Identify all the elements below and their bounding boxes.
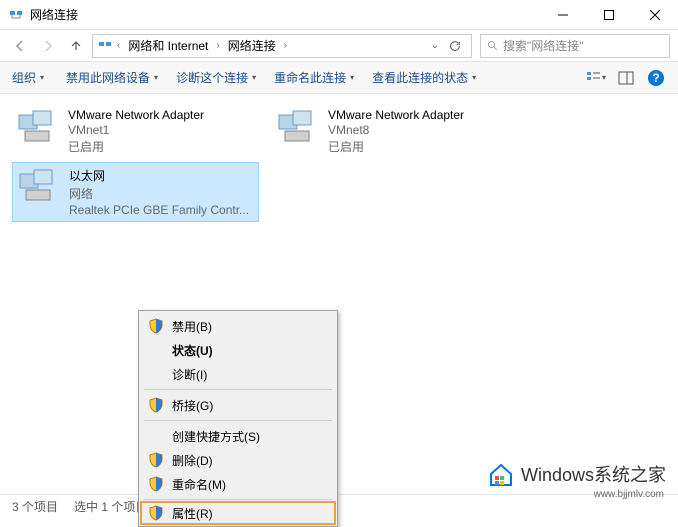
- connection-item[interactable]: VMware Network Adapter VMnet1 已启用: [12, 104, 259, 159]
- ctx-label: 属性(R): [172, 505, 213, 522]
- network-adapter-icon: [276, 108, 322, 148]
- ctx-disable[interactable]: 禁用(B): [142, 314, 334, 338]
- shield-icon: [148, 397, 164, 413]
- network-adapter-icon: [16, 108, 62, 148]
- house-icon: [487, 460, 515, 488]
- ctx-delete[interactable]: 删除(D): [142, 448, 334, 472]
- ctx-label: 桥接(G): [172, 397, 213, 414]
- watermark-text: Windows系统之家: [521, 461, 666, 487]
- connection-name: VMware Network Adapter: [68, 108, 204, 122]
- view-status-button[interactable]: 查看此连接的状态: [372, 69, 476, 86]
- disable-device-button[interactable]: 禁用此网络设备: [66, 69, 158, 86]
- connection-status: 已启用: [68, 138, 204, 155]
- ctx-label: 删除(D): [172, 452, 213, 469]
- connection-name: 以太网: [69, 167, 249, 184]
- breadcrumb-current[interactable]: 网络连接: [224, 37, 280, 54]
- menu-separator: [144, 420, 332, 421]
- ctx-label: 禁用(B): [172, 318, 212, 335]
- connection-name: VMware Network Adapter: [328, 108, 464, 122]
- shield-icon: [148, 476, 164, 492]
- close-button[interactable]: [632, 0, 678, 29]
- watermark-url: www.bjjmlv.com: [594, 489, 664, 500]
- shield-icon: [148, 452, 164, 468]
- ctx-bridge[interactable]: 桥接(G): [142, 393, 334, 417]
- search-icon: [487, 40, 499, 52]
- connections-list: VMware Network Adapter VMnet1 已启用 VMware…: [0, 94, 678, 484]
- ctx-label: 诊断(I): [172, 366, 207, 383]
- rename-button[interactable]: 重命名此连接: [274, 69, 354, 86]
- view-options-icon[interactable]: ▾: [586, 68, 606, 88]
- preview-pane-icon[interactable]: [616, 68, 636, 88]
- connection-subname: VMnet1: [68, 123, 204, 137]
- ctx-label: 状态(U): [172, 342, 213, 359]
- refresh-button[interactable]: [443, 39, 467, 53]
- connection-subname: 网络: [69, 185, 249, 202]
- status-bar: 3 个项目 选中 1 个项目: [0, 494, 678, 518]
- forward-button[interactable]: [36, 34, 60, 58]
- breadcrumb-root[interactable]: 网络和 Internet: [124, 37, 212, 54]
- ctx-rename[interactable]: 重命名(M): [142, 472, 334, 496]
- svg-text:?: ?: [652, 71, 659, 85]
- location-icon: [97, 38, 113, 54]
- search-input[interactable]: 搜索"网络连接": [480, 34, 670, 58]
- watermark: Windows系统之家: [487, 460, 666, 488]
- connection-item[interactable]: VMware Network Adapter VMnet8 已启用: [272, 104, 519, 159]
- ctx-label: 重命名(M): [172, 476, 226, 493]
- selected-count: 选中 1 个项目: [74, 498, 147, 515]
- ctx-shortcut[interactable]: 创建快捷方式(S): [142, 424, 334, 448]
- breadcrumb[interactable]: ‹ 网络和 Internet › 网络连接 › ⌄: [92, 34, 472, 58]
- connection-details: 以太网 网络 Realtek PCIe GBE Family Contr...: [69, 167, 249, 217]
- connection-details: VMware Network Adapter VMnet8 已启用: [328, 108, 464, 155]
- maximize-button[interactable]: [586, 0, 632, 29]
- toolbar-right: ▾ ?: [586, 68, 666, 88]
- context-menu: 禁用(B) 状态(U) 诊断(I) 桥接(G) 创建快捷方式(S) 删除(D) …: [138, 310, 338, 527]
- navigation-bar: ‹ 网络和 Internet › 网络连接 › ⌄ 搜索"网络连接": [0, 30, 678, 62]
- ctx-properties[interactable]: 属性(R): [140, 501, 336, 525]
- ctx-label: 创建快捷方式(S): [172, 428, 260, 445]
- ctx-status[interactable]: 状态(U): [142, 338, 334, 362]
- app-icon: [8, 7, 24, 23]
- chevron-right-icon: ›: [216, 40, 219, 51]
- network-adapter-icon: [17, 167, 63, 207]
- help-icon[interactable]: ?: [646, 68, 666, 88]
- command-bar: 组织 禁用此网络设备 诊断这个连接 重命名此连接 查看此连接的状态 ▾ ?: [0, 62, 678, 94]
- up-button[interactable]: [64, 34, 88, 58]
- connection-status: Realtek PCIe GBE Family Contr...: [69, 203, 249, 217]
- menu-separator: [144, 389, 332, 390]
- window-controls: [540, 0, 678, 29]
- search-placeholder: 搜索"网络连接": [503, 37, 584, 54]
- item-count: 3 个项目: [12, 498, 58, 515]
- shield-icon: [148, 318, 164, 334]
- chevron-right-icon: ›: [284, 40, 287, 51]
- shield-icon: [148, 505, 164, 521]
- connection-subname: VMnet8: [328, 123, 464, 137]
- minimize-button[interactable]: [540, 0, 586, 29]
- menu-separator: [144, 499, 332, 500]
- connection-status: 已启用: [328, 138, 464, 155]
- connection-details: VMware Network Adapter VMnet1 已启用: [68, 108, 204, 155]
- window-titlebar: 网络连接: [0, 0, 678, 30]
- diagnose-button[interactable]: 诊断这个连接: [176, 69, 256, 86]
- window-title: 网络连接: [30, 6, 540, 23]
- organize-menu[interactable]: 组织: [12, 69, 44, 86]
- back-button[interactable]: [8, 34, 32, 58]
- chevron-down-icon[interactable]: ⌄: [431, 40, 439, 51]
- ctx-diagnose[interactable]: 诊断(I): [142, 362, 334, 386]
- chevron-right-icon: ‹: [117, 40, 120, 51]
- connection-item-selected[interactable]: 以太网 网络 Realtek PCIe GBE Family Contr...: [12, 162, 259, 222]
